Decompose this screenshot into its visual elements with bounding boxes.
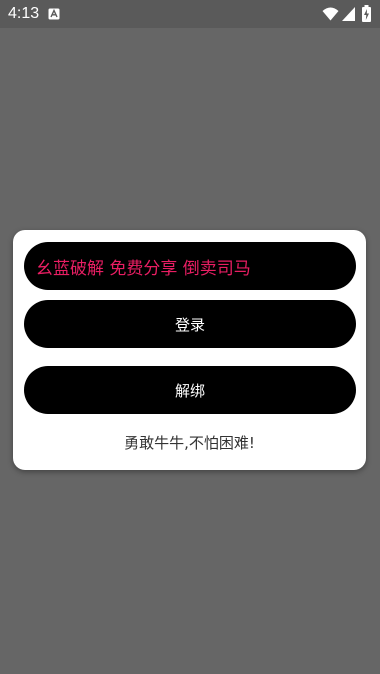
wifi-icon [322,7,339,21]
status-bar: 4:13 [0,0,380,28]
signal-icon [342,7,355,21]
status-time: 4:13 [8,5,40,22]
login-button[interactable]: 登录 [24,300,356,348]
dialog-card: 幺蓝破解 免费分享 倒卖司马 登录 解绑 勇敢牛牛,不怕困难! [13,230,366,470]
a-box-icon [48,8,60,20]
footer-motto: 勇敢牛牛,不怕困难! [124,434,255,452]
unbind-button[interactable]: 解绑 [24,366,356,414]
card-key-input-value: 幺蓝破解 免费分享 倒卖司马 [36,258,251,279]
battery-charging-icon [362,5,371,22]
card-key-input[interactable]: 幺蓝破解 免费分享 倒卖司马 [24,242,356,290]
